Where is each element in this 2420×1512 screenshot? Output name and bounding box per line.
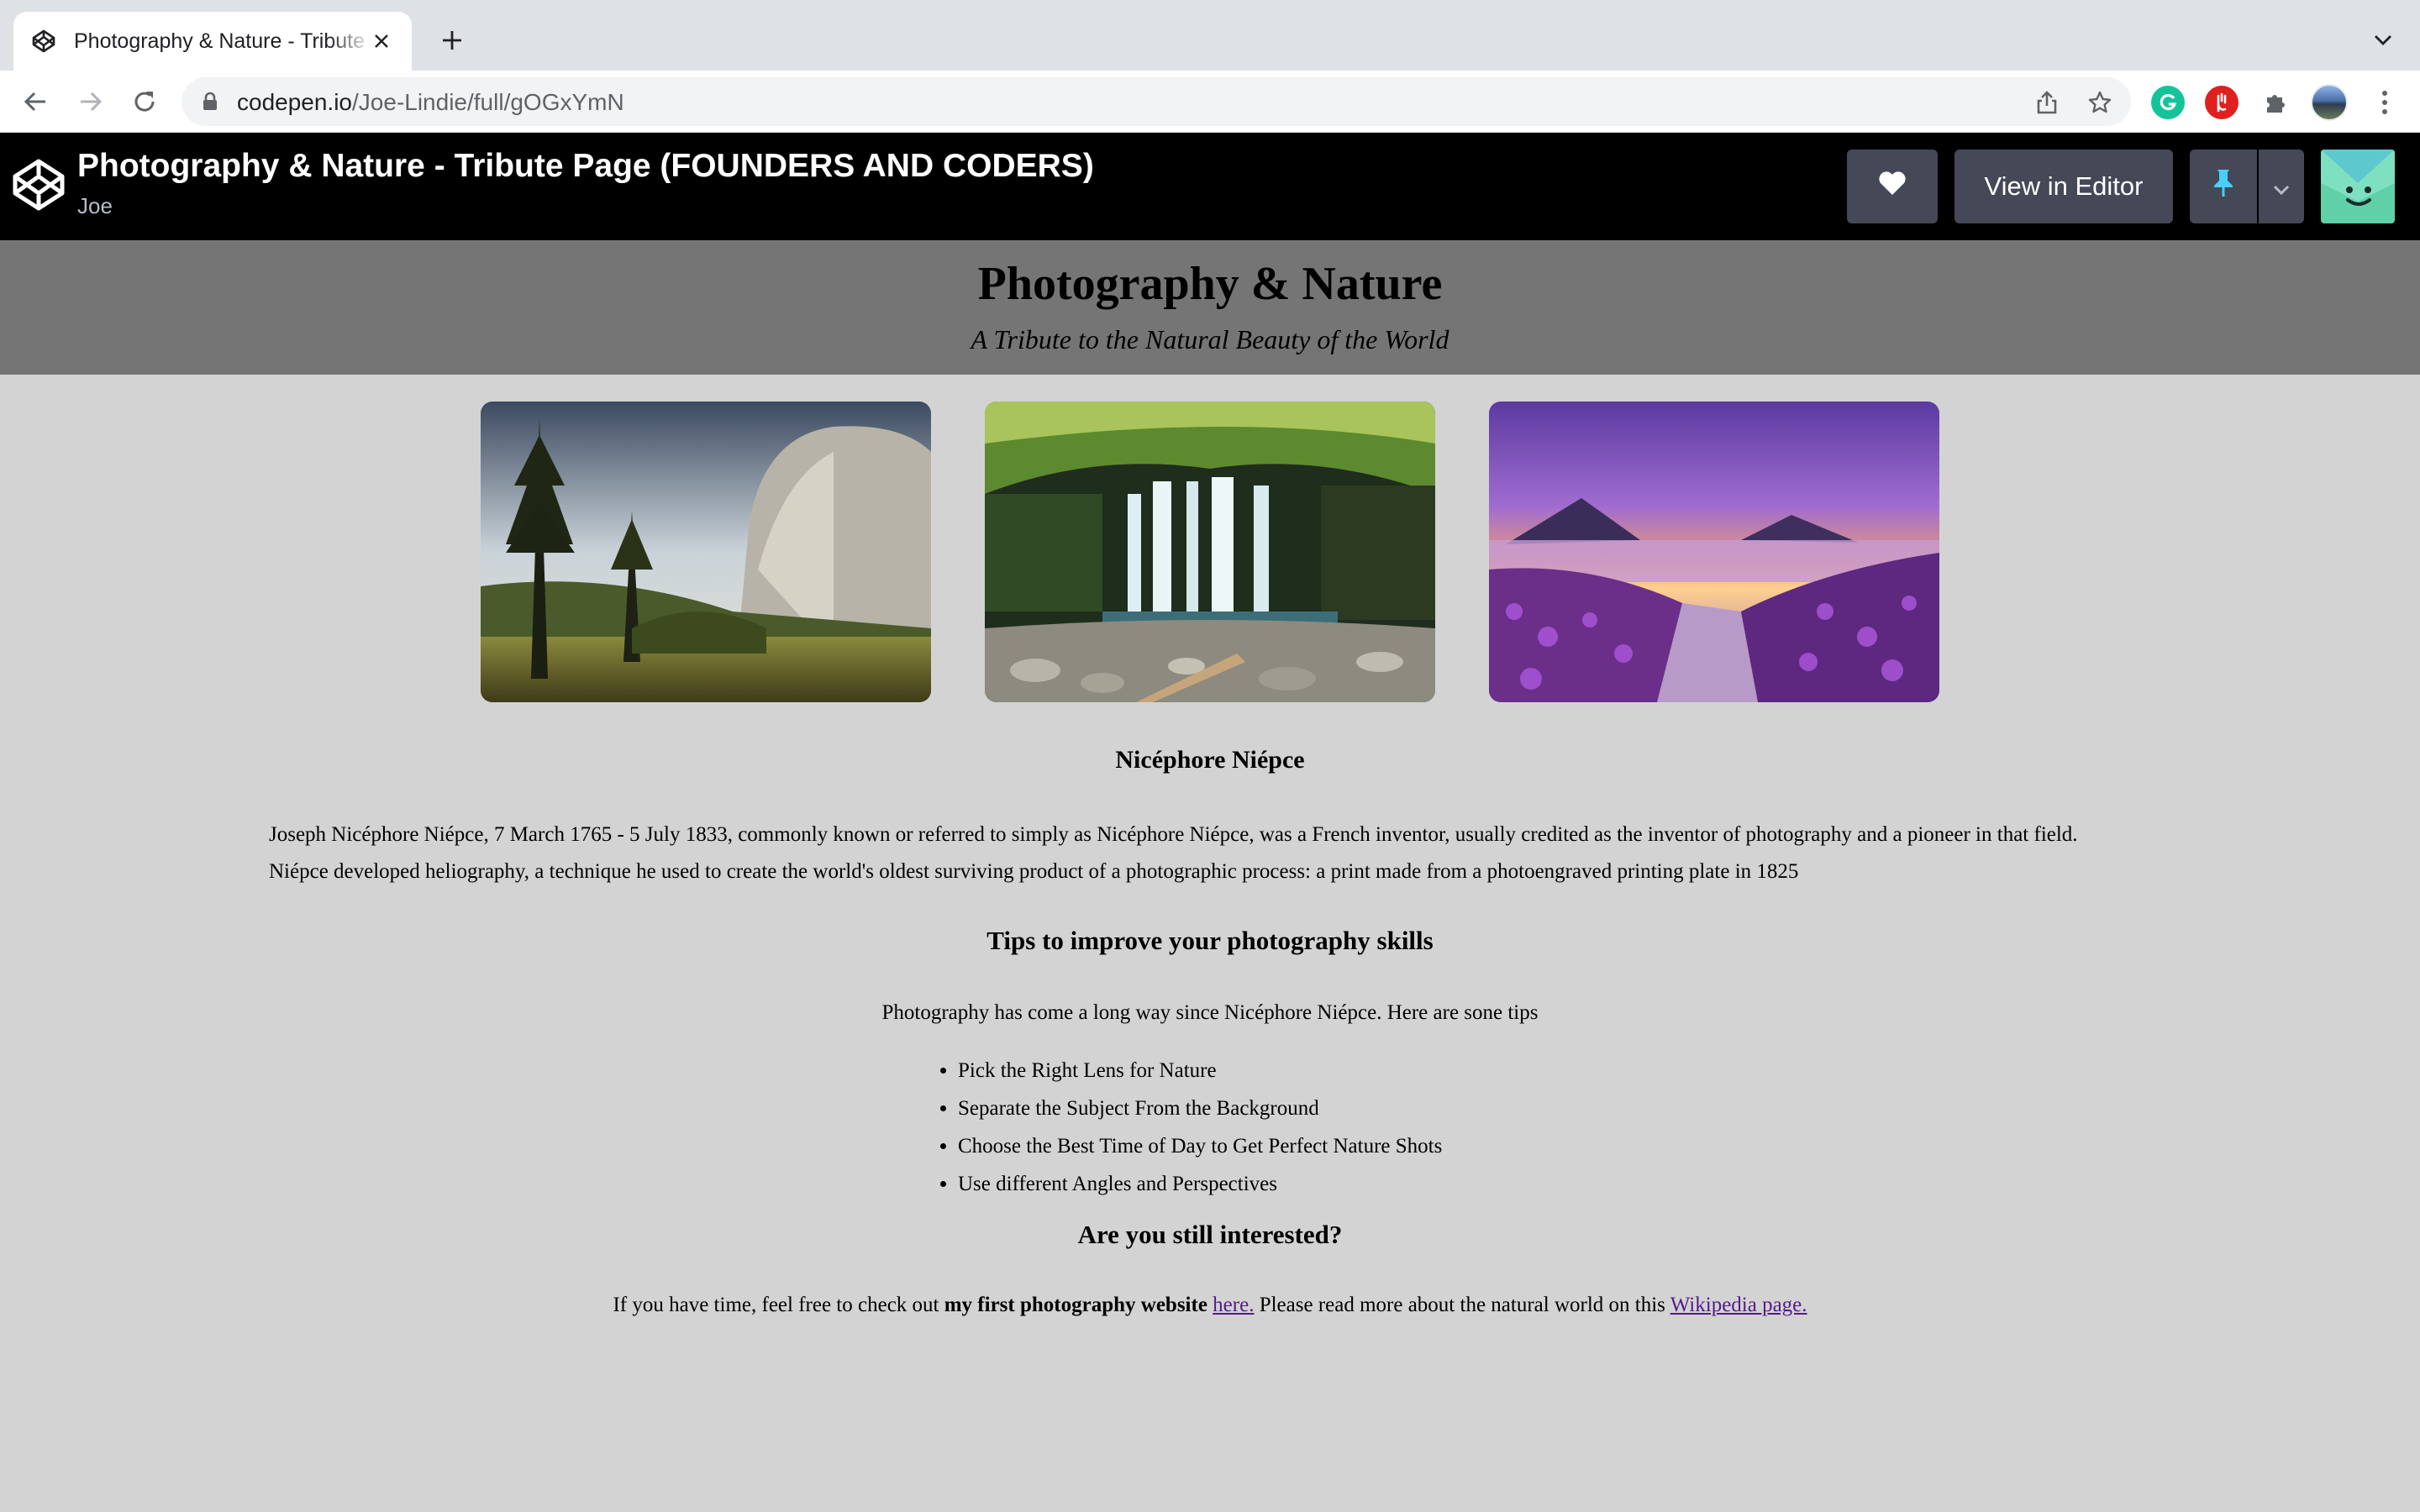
list-item: Use different Angles and Perspectives	[958, 1165, 1442, 1203]
share-icon[interactable]	[2033, 88, 2061, 117]
codepen-header: Photography & Nature - Tribute Page (FOU…	[0, 133, 2420, 240]
footer-text-start: If you have time, feel free to check out	[613, 1294, 944, 1316]
footer-text: If you have time, feel free to check out…	[0, 1294, 2420, 1317]
pen-title: Photography & Nature - Tribute Page (FOU…	[77, 148, 1094, 184]
pin-options-button[interactable]	[2259, 150, 2304, 223]
lock-icon[interactable]	[200, 92, 220, 112]
browser-tab[interactable]: Photography & Nature - Tribute Page (FOU…	[13, 12, 412, 71]
forward-icon[interactable]	[74, 85, 108, 118]
bio-line-2: Niépce developed heliography, a techniqu…	[269, 860, 1799, 883]
tips-intro: Photography has come a long way since Ni…	[881, 1001, 1539, 1024]
interest-heading: Are you still interested?	[1077, 1220, 1343, 1249]
footer-bold-text: my first photography website	[944, 1294, 1207, 1316]
address-bar[interactable]: codepen.io/Joe-Lindie/full/gOGxYmN	[182, 77, 2131, 126]
heart-icon	[1878, 171, 1907, 202]
list-item: Choose the Best Time of Day to Get Perfe…	[958, 1127, 1442, 1165]
bio-paragraph: Joseph Nicéphore Niépce, 7 March 1765 - …	[269, 816, 2185, 890]
pin-button[interactable]	[2190, 150, 2257, 223]
back-icon[interactable]	[18, 85, 52, 118]
profile-avatar[interactable]	[2311, 84, 2348, 121]
photo-lavender-lake	[1489, 402, 1939, 702]
like-button[interactable]	[1847, 150, 1938, 223]
pin-icon	[2212, 168, 2235, 205]
footer-text-middle: Please read more about the natural world…	[1254, 1294, 1670, 1316]
view-in-editor-button[interactable]: View in Editor	[1954, 150, 2173, 223]
tips-list: Pick the Right Lens for Nature Separate …	[958, 1052, 1442, 1203]
reload-icon[interactable]	[128, 85, 161, 118]
wikipedia-link[interactable]: Wikipedia page.	[1670, 1294, 1807, 1316]
chevron-down-icon[interactable]	[2368, 25, 2398, 55]
url-host: codepen.io	[237, 89, 353, 115]
url-path: /Joe-Lindie/full/gOGxYmN	[352, 89, 624, 115]
new-tab-icon[interactable]	[435, 24, 469, 57]
tips-heading: Tips to improve your photography skills	[986, 926, 1434, 955]
photo-valley	[481, 402, 931, 702]
codepen-favicon-icon	[30, 28, 57, 55]
browser-menu-icon[interactable]	[2368, 86, 2402, 119]
page-header: Photography & Nature A Tribute to the Na…	[0, 240, 2420, 375]
bio-heading: Nicéphore Niépce	[1115, 746, 1305, 774]
adblock-extension-icon[interactable]	[2205, 86, 2238, 119]
browser-tabstrip: Photography & Nature - Tribute Page (FOU…	[0, 0, 2420, 71]
extensions-puzzle-icon[interactable]	[2259, 86, 2292, 119]
user-avatar[interactable]	[2321, 150, 2395, 223]
list-item: Pick the Right Lens for Nature	[958, 1052, 1442, 1089]
bookmark-star-icon[interactable]	[2086, 88, 2114, 117]
pen-author[interactable]: Joe	[77, 193, 113, 219]
website-link[interactable]: here.	[1213, 1294, 1254, 1316]
chevron-down-icon	[2273, 171, 2290, 202]
photo-waterfall	[985, 402, 1435, 702]
bio-line-1: Joseph Nicéphore Niépce, 7 March 1765 - …	[269, 823, 2078, 846]
close-tab-icon[interactable]	[366, 26, 397, 56]
grammarly-extension-icon[interactable]	[2151, 86, 2185, 119]
list-item: Separate the Subject From the Background	[958, 1089, 1442, 1127]
page-subtitle: A Tribute to the Natural Beauty of the W…	[971, 324, 1449, 354]
browser-toolbar: codepen.io/Joe-Lindie/full/gOGxYmN	[0, 71, 2420, 133]
tab-title: Photography & Nature - Tribute Page (FOU…	[74, 29, 372, 53]
codepen-logo-icon[interactable]	[12, 158, 66, 212]
page-title: Photography & Nature	[977, 258, 1443, 310]
url-text[interactable]: codepen.io/Joe-Lindie/full/gOGxYmN	[237, 89, 624, 116]
